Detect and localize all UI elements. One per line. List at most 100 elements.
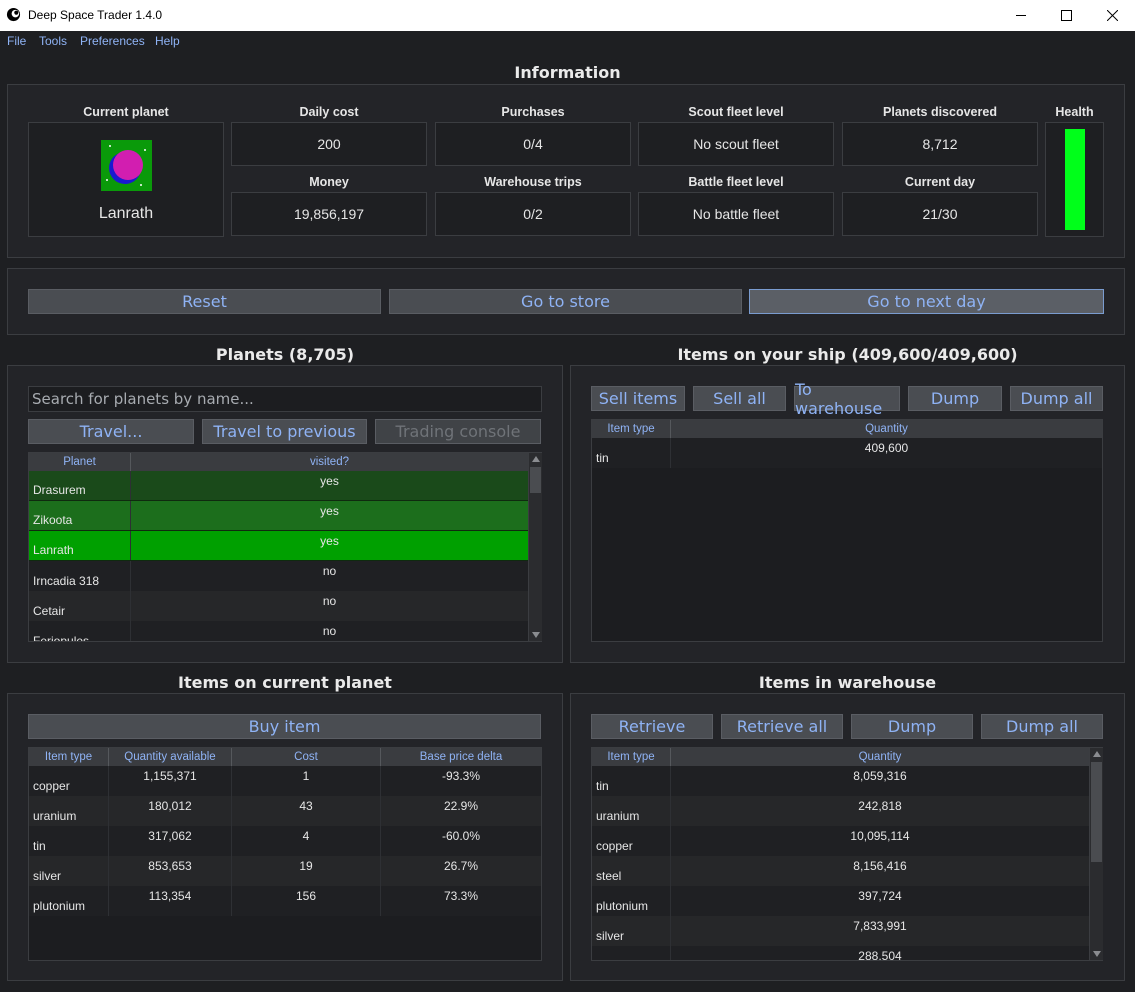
scroll-down-icon[interactable] — [1093, 951, 1101, 957]
go-to-store-button[interactable]: Go to store — [389, 289, 742, 314]
scroll-thumb[interactable] — [1091, 762, 1102, 862]
item-type: platinum — [592, 946, 671, 960]
battle-fleet-value: No battle fleet — [638, 192, 834, 236]
table-row[interactable]: Lanrath yes — [29, 531, 528, 561]
scroll-down-icon[interactable] — [532, 632, 540, 638]
daily-cost-value: 200 — [231, 122, 427, 166]
retrieve-button[interactable]: Retrieve — [591, 714, 713, 739]
column-header-cost[interactable]: Cost — [232, 748, 381, 766]
column-header-item-type[interactable]: Item type — [592, 748, 671, 766]
table-row[interactable]: copper 10,095,114 — [592, 826, 1089, 856]
menu-file[interactable]: File — [7, 34, 26, 48]
planet-name: Zikoota — [29, 501, 131, 530]
table-row[interactable]: uranium 242,818 — [592, 796, 1089, 826]
information-heading: Information — [514, 63, 621, 82]
to-warehouse-button[interactable]: To warehouse — [794, 380, 900, 418]
travel-previous-button[interactable]: Travel to previous — [202, 419, 367, 444]
table-row[interactable]: Drasurem yes — [29, 471, 528, 501]
item-quantity: 1,155,371 — [109, 766, 232, 796]
item-price-delta: 22.9% — [443, 799, 479, 813]
table-row[interactable]: Zikoota yes — [29, 501, 528, 531]
planets-discovered-value: 8,712 — [842, 122, 1038, 166]
column-header-base-price-delta[interactable]: Base price delta — [381, 748, 541, 766]
item-quantity: 288,504 — [858, 949, 902, 960]
buy-item-button[interactable]: Buy item — [28, 714, 541, 739]
planets-table: Planet visited? Drasurem yes Zikoota yes… — [28, 452, 542, 642]
ship-heading: Items on your ship (409,600/409,600) — [677, 345, 1018, 364]
retrieve-all-button[interactable]: Retrieve all — [721, 714, 843, 739]
column-header-quantity-available[interactable]: Quantity available — [109, 748, 232, 766]
table-row[interactable]: tin 409,600 — [592, 438, 1102, 468]
column-header-item-type[interactable]: Item type — [592, 420, 671, 438]
health-label: Health — [1055, 105, 1094, 119]
health-bar — [1064, 129, 1085, 230]
item-price-delta: -93.3% — [441, 769, 481, 783]
table-row[interactable]: platinum 288,504 — [592, 946, 1089, 960]
table-row[interactable]: uranium 180,012 43 22.9% — [29, 796, 541, 826]
planet-name: Drasurem — [29, 471, 131, 500]
health-panel — [1045, 122, 1104, 237]
current-planet-items-table: Item type Quantity available Cost Base p… — [28, 747, 542, 961]
planets-heading: Planets (8,705) — [215, 345, 355, 364]
table-row[interactable]: tin 317,062 4 -60.0% — [29, 826, 541, 856]
menu-help[interactable]: Help — [155, 34, 180, 48]
table-row[interactable]: Ferjopules no — [29, 621, 528, 641]
item-cost: 1 — [232, 766, 381, 796]
current-day-label: Current day — [904, 175, 976, 189]
planets-table-body: Drasurem yes Zikoota yes Lanrath yes Irn… — [29, 471, 528, 641]
table-row[interactable]: steel 8,156,416 — [592, 856, 1089, 886]
minimize-button[interactable] — [998, 0, 1044, 31]
warehouse-dump-button[interactable]: Dump — [851, 714, 973, 739]
warehouse-dump-all-button[interactable]: Dump all — [981, 714, 1103, 739]
ship-table-header: Item type Quantity — [592, 420, 1102, 438]
planet-image — [100, 140, 152, 191]
item-quantity: 409,600 — [864, 441, 909, 455]
menu-preferences[interactable]: Preferences — [80, 34, 145, 48]
close-button[interactable] — [1089, 0, 1135, 31]
table-row[interactable]: tin 8,059,316 — [592, 766, 1089, 796]
warehouse-scrollbar[interactable] — [1089, 748, 1103, 960]
planet-visited: no — [322, 594, 337, 608]
table-row[interactable]: silver 7,833,991 — [592, 916, 1089, 946]
warehouse-heading: Items in warehouse — [758, 673, 937, 692]
sell-items-button[interactable]: Sell items — [591, 386, 685, 411]
warehouse-trips-label: Warehouse trips — [484, 175, 582, 189]
planet-name: Ferjopules — [29, 621, 131, 641]
reset-button[interactable]: Reset — [28, 289, 381, 314]
table-row[interactable]: plutonium 113,354 156 73.3% — [29, 886, 541, 916]
ship-dump-button[interactable]: Dump — [908, 386, 1002, 411]
item-type: silver — [592, 916, 671, 946]
table-row[interactable]: Cetair no — [29, 591, 528, 621]
market-table-header: Item type Quantity available Cost Base p… — [29, 748, 541, 766]
sell-all-button[interactable]: Sell all — [693, 386, 786, 411]
current-planet-label: Current planet — [83, 105, 169, 119]
ship-dump-all-button[interactable]: Dump all — [1010, 386, 1103, 411]
column-header-quantity[interactable]: Quantity — [671, 748, 1089, 766]
item-quantity: 7,833,991 — [853, 919, 907, 933]
column-header-visited[interactable]: visited? — [131, 453, 528, 471]
table-row[interactable]: silver 853,653 19 26.7% — [29, 856, 541, 886]
item-quantity: 10,095,114 — [850, 829, 910, 843]
table-row[interactable]: copper 1,155,371 1 -93.3% — [29, 766, 541, 796]
window-title: Deep Space Trader 1.4.0 — [28, 8, 163, 22]
item-cost: 4 — [232, 826, 381, 856]
item-cost: 43 — [232, 796, 381, 826]
app-logo-icon — [6, 7, 21, 22]
trading-console-button[interactable]: Trading console — [375, 419, 541, 444]
scout-fleet-label: Scout fleet level — [688, 105, 784, 119]
planet-search-input[interactable] — [28, 386, 542, 412]
column-header-item-type[interactable]: Item type — [29, 748, 109, 766]
column-header-quantity[interactable]: Quantity — [671, 420, 1102, 438]
scroll-up-icon[interactable] — [1093, 751, 1101, 757]
column-header-planet[interactable]: Planet — [29, 453, 131, 471]
scroll-up-icon[interactable] — [532, 456, 540, 462]
table-row[interactable]: Irncadia 318 no — [29, 561, 528, 591]
table-row[interactable]: plutonium 397,724 — [592, 886, 1089, 916]
menu-tools[interactable]: Tools — [39, 34, 67, 48]
travel-button[interactable]: Travel... — [28, 419, 194, 444]
planets-scrollbar[interactable] — [528, 453, 542, 641]
maximize-button[interactable] — [1043, 0, 1089, 31]
next-day-button[interactable]: Go to next day — [749, 289, 1104, 314]
warehouse-trips-value: 0/2 — [435, 192, 631, 236]
scroll-thumb[interactable] — [530, 467, 541, 493]
